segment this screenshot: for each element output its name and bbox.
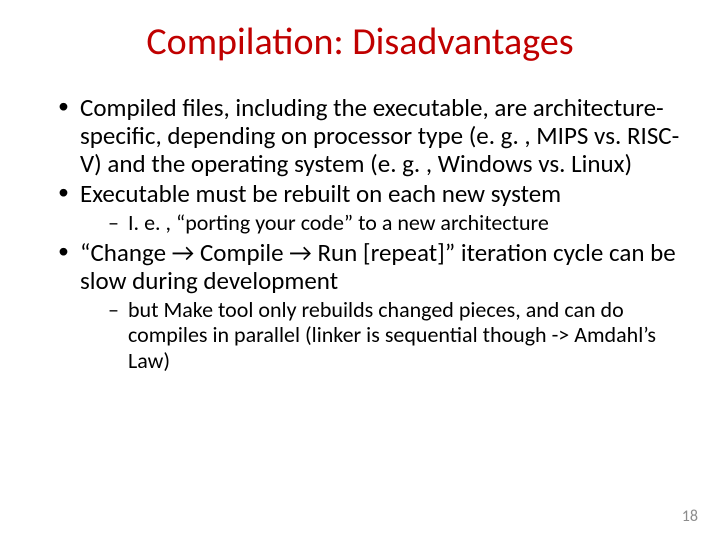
slide-title: Compilation: Disadvantages <box>32 22 688 64</box>
sub-bullet-item: I. e. , “porting your code” to a new arc… <box>108 210 688 235</box>
sub-bullet-item: but Make tool only rebuilds changed piec… <box>108 297 688 373</box>
bullet-item: “Change → Compile → Run [repeat]” iterat… <box>58 239 688 373</box>
sub-bullet-text: but Make tool only rebuilds changed piec… <box>128 296 656 374</box>
bullet-list: Compiled files, including the executable… <box>32 94 688 373</box>
bullet-item: Executable must be rebuilt on each new s… <box>58 180 688 235</box>
sub-bullet-list: I. e. , “porting your code” to a new arc… <box>80 210 688 235</box>
sub-bullet-text: I. e. , “porting your code” to a new arc… <box>128 209 549 236</box>
bullet-text: Compiled files, including the executable… <box>80 92 679 179</box>
slide: Compilation: Disadvantages Compiled file… <box>0 0 720 540</box>
bullet-text: Executable must be rebuilt on each new s… <box>80 178 561 209</box>
page-number: 18 <box>682 507 698 526</box>
sub-bullet-list: but Make tool only rebuilds changed piec… <box>80 297 688 373</box>
bullet-item: Compiled files, including the executable… <box>58 94 688 178</box>
bullet-text: “Change → Compile → Run [repeat]” iterat… <box>80 237 676 296</box>
